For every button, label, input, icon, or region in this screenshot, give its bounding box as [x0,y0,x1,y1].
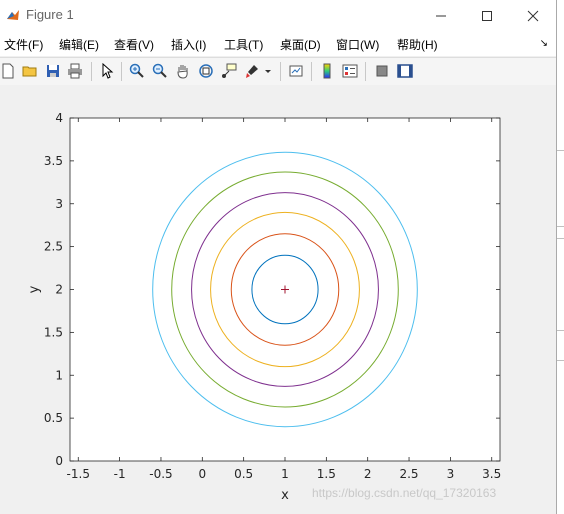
window-title: Figure 1 [26,7,74,22]
toolbar-separator [280,62,281,81]
maximize-icon [482,11,492,21]
save-button[interactable] [43,61,63,81]
menu-edit[interactable]: 编辑(E) [59,36,99,53]
colorbar-button[interactable] [317,61,337,81]
legend-icon [342,64,358,78]
brush-icon [246,65,258,78]
y-tick-label: 0 [55,454,63,468]
y-tick-label: 3.5 [44,154,63,168]
y-tick-label: 1.5 [44,325,63,339]
close-button[interactable] [510,0,556,32]
print-icon [68,63,82,79]
x-tick-label: 1 [281,467,289,481]
hide-plot-tools-icon [376,65,388,77]
data-cursor-icon [222,63,237,78]
pan-button[interactable] [173,61,193,81]
menu-dock-arrow-icon[interactable]: ↘ [540,38,548,49]
menu-insert[interactable]: 插入(I) [171,36,206,53]
rotate-3d-icon [199,64,213,78]
x-tick-label: 0.5 [234,467,253,481]
zoom-out-icon [152,63,167,78]
open-file-icon [22,66,37,77]
link-plot-button[interactable] [286,61,306,81]
x-tick-label: -1.5 [67,467,90,481]
edit-plot-arrow-icon [102,63,114,79]
brush-dropdown[interactable] [262,61,274,81]
hide-plot-tools-button[interactable] [372,61,392,81]
colorbar-icon [323,63,331,79]
zoom-in-icon [129,63,144,78]
plot-svg: -1.5 -1 -0.5 0 0.5 1 1.5 2 2.5 3 3.5 0 0.5 1 1.5 2 2.5 3 3… [27,111,501,503]
y-tick-label: 2 [55,283,63,297]
show-plot-tools-icon [397,64,413,78]
toolbar-separator [121,62,122,81]
x-tick-label: 1.5 [317,467,336,481]
menu-window[interactable]: 窗口(W) [336,36,379,53]
x-tick-label: 3.5 [482,467,501,481]
maximize-button[interactable] [464,0,510,32]
matlab-logo-icon [6,8,20,22]
new-figure-icon [2,63,14,79]
x-tick-label: 0 [198,467,206,481]
menu-bar: 文件(F) 编辑(E) 查看(V) 插入(I) 工具(T) 桌面(D) 窗口(W… [0,32,556,56]
zoom-out-button[interactable] [150,61,170,81]
open-file-button[interactable] [20,61,40,81]
save-icon [47,65,59,77]
toolbar-separator [311,62,312,81]
menu-tools[interactable]: 工具(T) [224,36,263,53]
brush-button[interactable] [242,61,262,81]
menu-view[interactable]: 查看(V) [114,36,154,53]
toolbar-separator [91,62,92,81]
link-plot-icon [289,65,303,77]
x-tick-label: 3 [447,467,455,481]
watermark-text: https://blog.csdn.net/qq_17320163 [312,486,497,500]
close-icon [527,10,539,22]
pan-hand-icon [177,65,188,79]
x-tick-label: -1 [114,467,126,481]
data-cursor-button[interactable] [219,61,239,81]
x-tick-label: -0.5 [149,467,172,481]
print-button[interactable] [65,61,85,81]
minimize-icon [436,15,446,17]
y-tick-label: 0.5 [44,411,63,425]
legend-button[interactable] [340,61,360,81]
background-window-edge [557,0,564,514]
x-axis-label: x [281,488,289,503]
y-tick-label: 2.5 [44,240,63,254]
y-tick-label: 4 [55,111,63,125]
axes[interactable]: -1.5 -1 -0.5 0 0.5 1 1.5 2 2.5 3 3.5 0 0.5 1 1.5 2 2.5 3 3… [27,111,501,503]
show-plot-tools-button[interactable] [395,61,415,81]
figure-toolbar [0,57,556,86]
x-tick-label: 2.5 [399,467,418,481]
menu-file[interactable]: 文件(F) [4,36,43,53]
y-tick-label: 1 [55,368,63,382]
zoom-in-button[interactable] [127,61,147,81]
y-axis-label: y [27,285,42,293]
chevron-down-icon [265,70,271,73]
y-tick-label: 3 [55,197,63,211]
rotate-button[interactable] [196,61,216,81]
toolbar-separator [365,62,366,81]
title-bar[interactable]: Figure 1 [0,0,556,32]
menu-help[interactable]: 帮助(H) [397,36,438,53]
x-tick-label: 2 [364,467,372,481]
new-figure-button[interactable] [0,61,18,81]
menu-desktop[interactable]: 桌面(D) [280,36,321,53]
edit-plot-button[interactable] [97,61,117,81]
minimize-button[interactable] [418,0,464,32]
figure-window: Figure 1 文件(F) 编辑(E) 查看(V) 插入(I) 工具(T) 桌… [0,0,557,514]
